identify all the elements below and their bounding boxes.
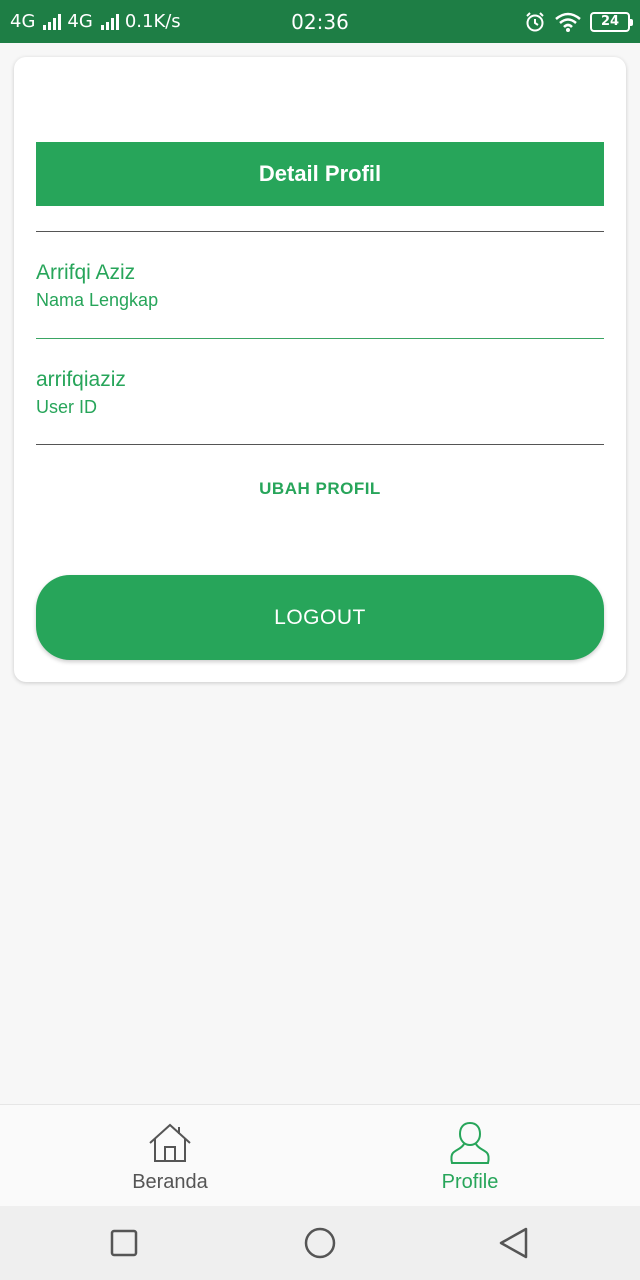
logout-label: LOGOUT — [274, 605, 366, 629]
signal-icon — [43, 13, 62, 30]
home-icon — [149, 1123, 191, 1162]
full-name-value: Arrifqi Aziz — [36, 261, 136, 284]
system-navigation-bar — [0, 1206, 640, 1280]
battery-indicator: 24 — [590, 11, 633, 32]
recent-apps-icon[interactable] — [104, 1226, 144, 1260]
profile-card: Detail Profil Arrifqi Aziz Nama Lengkap … — [14, 57, 626, 682]
network-type-2: 4G — [67, 11, 93, 32]
edit-profile-button[interactable]: UBAH PROFIL — [36, 479, 604, 505]
divider — [36, 338, 604, 339]
network-type-1: 4G — [10, 11, 36, 32]
logout-button[interactable]: LOGOUT — [36, 575, 604, 660]
nav-label-profile: Profile — [441, 1170, 499, 1193]
alarm-icon — [526, 11, 544, 31]
signal-icon — [100, 13, 119, 30]
user-id-value: arrifqiaziz — [36, 368, 126, 391]
network-speed: 0.1K/s — [124, 11, 181, 32]
nav-item-profile[interactable]: Profile — [310, 1105, 630, 1207]
back-icon[interactable] — [494, 1226, 534, 1260]
divider — [36, 231, 604, 232]
nav-label-beranda: Beranda — [132, 1170, 208, 1193]
nav-item-beranda[interactable]: Beranda — [10, 1105, 330, 1207]
bottom-navigation: Beranda Profile — [0, 1104, 640, 1206]
status-bar: 4G 4G 0.1K/s 02:36 24 — [0, 0, 640, 43]
person-icon — [450, 1121, 490, 1164]
divider — [36, 444, 604, 445]
profile-header: Detail Profil — [36, 142, 604, 206]
home-circle-icon[interactable] — [300, 1226, 340, 1260]
full-name-label: Nama Lengkap — [36, 290, 159, 310]
battery-level: 24 — [600, 14, 620, 29]
wifi-icon — [555, 12, 581, 32]
user-id-label: User ID — [36, 397, 98, 417]
